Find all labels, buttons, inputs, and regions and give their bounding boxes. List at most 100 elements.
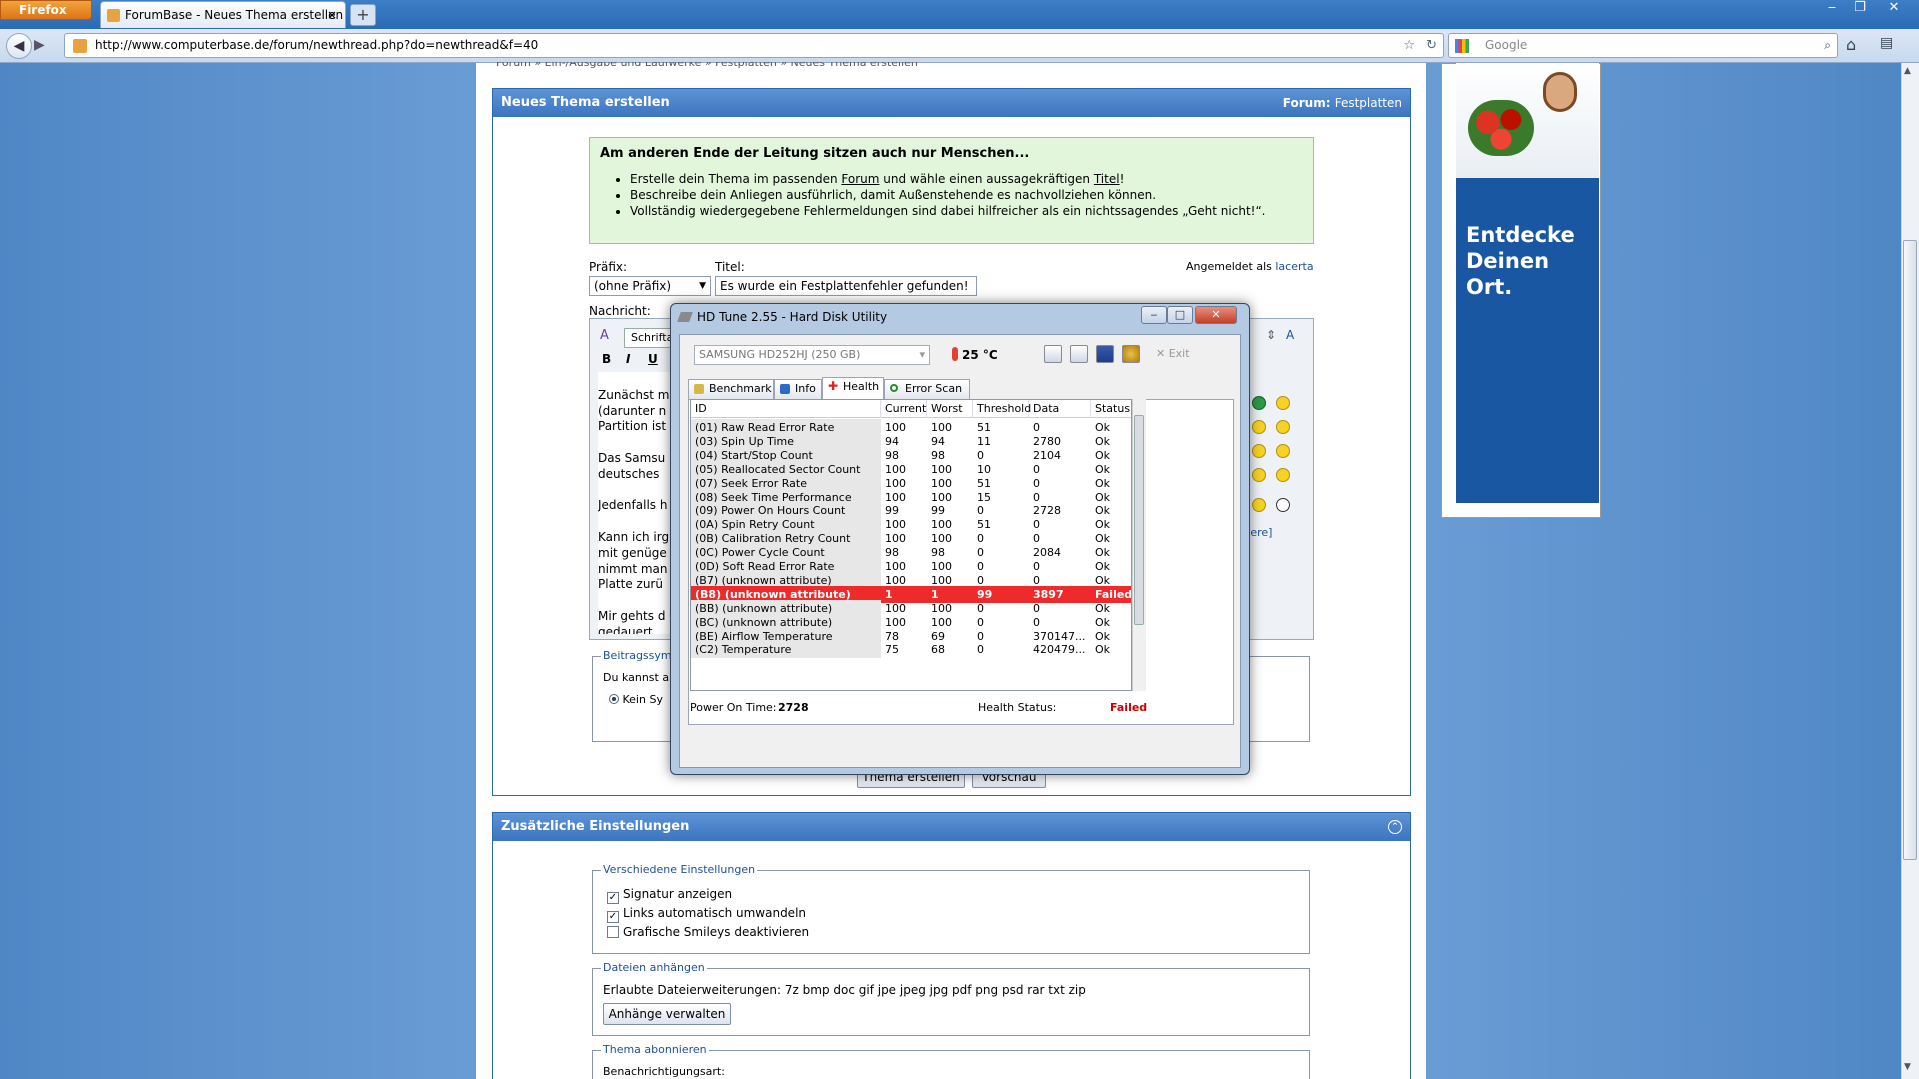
- url-bar[interactable]: http://www.computerbase.de/forum/newthre…: [64, 33, 1444, 58]
- smiley-icon[interactable]: [1252, 396, 1266, 410]
- editor-mode-icon[interactable]: A: [600, 328, 609, 343]
- bold-button[interactable]: B: [602, 352, 611, 366]
- smiley-icon[interactable]: [1276, 444, 1290, 458]
- panel-header: Neues Thema erstellen Forum: Festplatten: [493, 89, 1410, 117]
- attr-worst: 68: [931, 643, 945, 657]
- search-input[interactable]: Google ⌕: [1448, 33, 1838, 58]
- hdtune-title: HD Tune 2.55 - Hard Disk Utility: [697, 310, 888, 324]
- title-input[interactable]: Es wurde ein Festplattenfehler gefunden!: [715, 276, 977, 296]
- hdtune-footer: Power On Time: 2728 Health Status: Faile…: [690, 695, 1230, 721]
- user-link[interactable]: lacerta: [1275, 260, 1313, 273]
- col-data[interactable]: Data: [1029, 400, 1091, 418]
- chevron-down-icon: ▼: [699, 281, 706, 291]
- col-threshold[interactable]: Threshold: [973, 400, 1031, 418]
- tab-info[interactable]: Info: [774, 379, 822, 399]
- smiley-icon[interactable]: [1276, 420, 1290, 434]
- page-background-left: [0, 63, 476, 1079]
- collapse-icon[interactable]: ⌃: [1388, 820, 1402, 834]
- addon-bar-icon[interactable]: ▤: [1880, 35, 1893, 51]
- restore-icon[interactable]: ❐: [1846, 0, 1874, 18]
- forum-label: Forum:: [1282, 96, 1331, 110]
- tip-title: Am anderen Ende der Leitung sitzen auch …: [600, 146, 1030, 161]
- smiley-icon[interactable]: [1276, 396, 1290, 410]
- editor-line: Das Samsu: [598, 450, 666, 465]
- scroll-down-icon[interactable]: ▼: [1904, 1062, 1911, 1072]
- forum-link[interactable]: Festplatten: [1335, 96, 1402, 110]
- disable-smileys-option[interactable]: Grafische Smileys deaktivieren: [607, 925, 809, 939]
- post-icons-text: Du kannst a: [603, 671, 670, 684]
- switch-editor-icon[interactable]: A: [1286, 328, 1294, 342]
- subscribe-legend: Thema abonnieren: [601, 1043, 709, 1056]
- radio-icon[interactable]: [609, 694, 619, 704]
- checkbox-icon[interactable]: [607, 926, 619, 938]
- title-link[interactable]: Titel: [1094, 172, 1120, 186]
- manage-attachments-button[interactable]: Anhänge verwalten: [603, 1003, 731, 1025]
- minimize-icon[interactable]: ‒: [1818, 0, 1846, 18]
- smiley-icon[interactable]: [1252, 498, 1266, 512]
- smiley-icon[interactable]: [1276, 498, 1290, 512]
- editor-line: deutsches: [598, 466, 660, 481]
- col-worst[interactable]: Worst: [927, 400, 973, 418]
- checkbox-icon[interactable]: ✓: [607, 892, 619, 904]
- close-window-icon[interactable]: ✕: [1880, 0, 1908, 18]
- col-status[interactable]: Status: [1091, 400, 1131, 418]
- save-icon[interactable]: [1096, 345, 1114, 363]
- options-icon[interactable]: [1122, 345, 1140, 363]
- temperature-display: 25 °C: [952, 347, 998, 362]
- tab-error-scan[interactable]: Error Scan: [884, 379, 970, 399]
- reload-icon[interactable]: ↻: [1426, 34, 1437, 57]
- new-tab-button[interactable]: +: [350, 4, 376, 26]
- hdtune-minimize-icon[interactable]: ‒: [1141, 306, 1167, 324]
- checkbox-icon[interactable]: ✓: [607, 911, 619, 923]
- no-icon-radio[interactable]: Kein Sy: [609, 693, 663, 706]
- tab-close-icon[interactable]: ×: [327, 2, 337, 28]
- browser-tab[interactable]: ForumBase - Neues Thema erstellen ×: [100, 1, 346, 28]
- forward-icon[interactable]: ▶: [34, 37, 45, 53]
- col-current[interactable]: Current: [881, 400, 927, 418]
- editor-line: Zunächst m: [598, 387, 670, 402]
- smiley-icon[interactable]: [1252, 444, 1266, 458]
- scroll-up-icon[interactable]: ▲: [1904, 66, 1911, 76]
- firefox-menu-button[interactable]: Firefox: [0, 0, 92, 20]
- home-icon[interactable]: ⌂: [1846, 35, 1856, 54]
- hdtune-close-icon[interactable]: ✕: [1195, 306, 1237, 324]
- resize-icon[interactable]: ⇕: [1266, 328, 1276, 342]
- google-engine-icon[interactable]: [1455, 39, 1469, 53]
- col-id[interactable]: ID: [691, 400, 881, 418]
- hdtune-app-icon: [677, 312, 693, 322]
- signature-option[interactable]: ✓ Signatur anzeigen: [607, 887, 732, 904]
- copy-all-icon[interactable]: [1070, 345, 1088, 363]
- prefix-select[interactable]: (ohne Präfix) ▼: [589, 276, 711, 296]
- tab-benchmark[interactable]: Benchmark: [688, 379, 774, 399]
- smart-row[interactable]: (C2) Temperature 75 68 0 420479... Ok: [691, 641, 1131, 659]
- italic-button[interactable]: I: [626, 352, 630, 366]
- post-icons-legend: Beitragssymb: [601, 649, 681, 662]
- table-scrollbar-thumb[interactable]: [1134, 415, 1144, 625]
- favicon-icon: [107, 9, 120, 22]
- editor-line: Platte zurü: [598, 577, 663, 592]
- ad-flowers-image: [1468, 100, 1534, 156]
- smiley-icon[interactable]: [1276, 468, 1290, 482]
- back-icon[interactable]: ◀: [6, 33, 32, 59]
- search-placeholder: Google: [1485, 38, 1528, 52]
- message-textarea[interactable]: Zunächst m (darunter n Partition ist Das Sa…: [598, 372, 678, 634]
- forum-link[interactable]: Forum: [841, 172, 879, 186]
- tab-health[interactable]: ✚ Health: [822, 377, 884, 399]
- page-scrollbar-thumb[interactable]: [1903, 240, 1917, 860]
- font-select[interactable]: Schrifta: [624, 328, 673, 348]
- smiley-icon[interactable]: [1252, 468, 1266, 482]
- search-icon[interactable]: ⌕: [1824, 34, 1831, 57]
- notify-label: Benachrichtigungsart:: [603, 1065, 725, 1078]
- hdtune-maximize-icon[interactable]: □: [1167, 306, 1193, 324]
- hdtune-window[interactable]: HD Tune 2.55 - Hard Disk Utility ‒ □ ✕ S…: [670, 303, 1250, 775]
- bookmark-star-icon[interactable]: ☆: [1403, 34, 1415, 57]
- attach-legend: Dateien anhängen: [601, 961, 707, 974]
- autolink-option[interactable]: ✓ Links automatisch umwandeln: [607, 906, 806, 923]
- exit-button[interactable]: ✕ Exit: [1156, 347, 1190, 360]
- smiley-icon[interactable]: [1252, 420, 1266, 434]
- drive-select[interactable]: SAMSUNG HD252HJ (250 GB) ▾: [694, 345, 930, 365]
- underline-button[interactable]: U: [648, 352, 658, 366]
- copy-icon[interactable]: [1044, 345, 1062, 363]
